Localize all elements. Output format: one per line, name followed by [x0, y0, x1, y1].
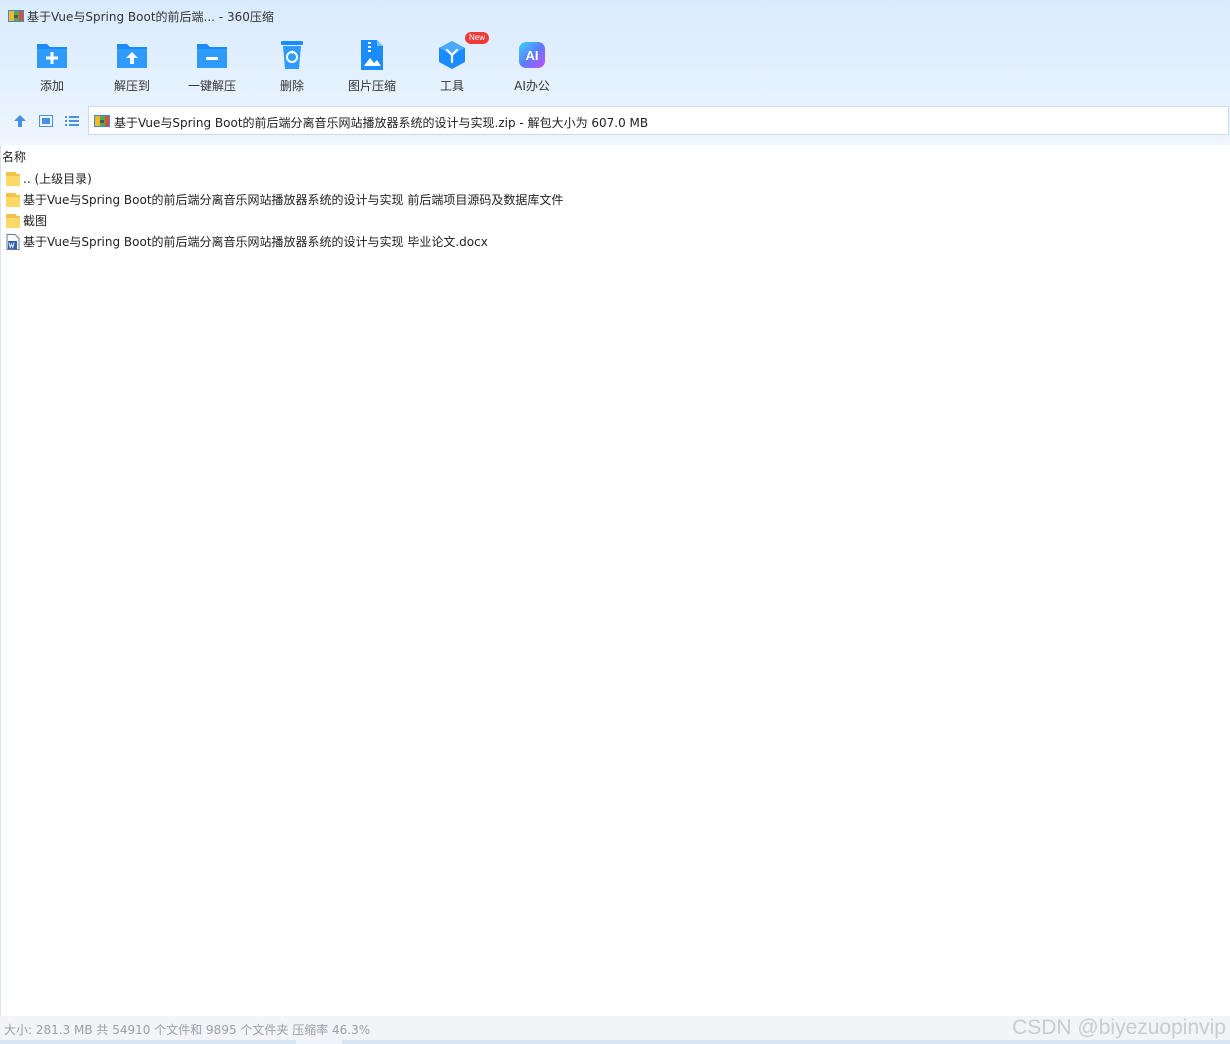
list-item-parent-dir[interactable]: .. (上级目录) — [6, 168, 563, 189]
add-button-label: 添加 — [39, 79, 64, 93]
tools-button-label: 工具 — [439, 79, 464, 93]
tools-cube-icon — [434, 38, 470, 72]
address-path: 基于Vue与Spring Boot的前后端分离音乐网站播放器系统的设计与实现.z… — [114, 116, 649, 130]
file-name: 基于Vue与Spring Boot的前后端分离音乐网站播放器系统的设计与实现 前… — [23, 193, 564, 207]
one-click-extract-icon — [194, 38, 230, 72]
address-bar[interactable]: 基于Vue与Spring Boot的前后端分离音乐网站播放器系统的设计与实现.z… — [88, 106, 1229, 135]
extract-to-button-label: 解压到 — [113, 79, 150, 93]
recycle-bin-icon — [274, 38, 310, 72]
ai-icon-text: AI — [526, 48, 539, 63]
delete-button[interactable]: 删除 — [252, 38, 332, 98]
thumbnail-view-icon — [39, 115, 53, 127]
one-click-extract-button[interactable]: 一键解压 — [172, 38, 252, 98]
image-compress-icon — [354, 38, 390, 72]
zip-archive-icon — [94, 115, 110, 127]
arrow-up-icon — [14, 115, 26, 127]
scrollbar-thumb[interactable] — [296, 1040, 342, 1044]
list-item-thesis-docx[interactable]: 基于Vue与Spring Boot的前后端分离音乐网站播放器系统的设计与实现 毕… — [6, 231, 563, 252]
archive-app-icon — [8, 10, 24, 22]
extract-to-icon — [114, 38, 150, 72]
add-button[interactable]: 添加 — [12, 38, 92, 98]
image-compress-button[interactable]: 图片压缩 — [332, 38, 412, 98]
toolbar-area: 基于Vue与Spring Boot的前后端... - 360压缩 添加 解压到 … — [0, 0, 1230, 145]
csdn-watermark: CSDN @biyezuopinvip — [1012, 1016, 1226, 1039]
list-item-source-folder[interactable]: 基于Vue与Spring Boot的前后端分离音乐网站播放器系统的设计与实现 前… — [6, 189, 563, 210]
one-click-extract-button-label: 一键解压 — [187, 79, 236, 93]
image-compress-button-label: 图片压缩 — [347, 79, 396, 93]
window-bottom-edge — [0, 1040, 1230, 1044]
address-row: 基于Vue与Spring Boot的前后端分离音乐网站播放器系统的设计与实现.z… — [0, 106, 1230, 136]
tools-button[interactable]: New 工具 — [412, 32, 492, 98]
up-level-button[interactable] — [11, 112, 29, 130]
toolbar: 添加 解压到 一键解压 删除 图片压缩 New 工具 AI AI办公 — [12, 32, 572, 98]
file-name: .. (上级目录) — [23, 172, 92, 186]
ai-office-button-label: AI办公 — [514, 79, 550, 93]
name-column-header[interactable]: 名称 — [2, 148, 26, 165]
ai-office-icon: AI — [514, 38, 550, 72]
add-folder-icon — [34, 38, 70, 72]
file-name: 截图 — [23, 214, 48, 228]
window-title: 基于Vue与Spring Boot的前后端... - 360压缩 — [27, 10, 274, 24]
list-view-icon — [65, 116, 79, 126]
word-document-icon — [6, 233, 20, 250]
list-view-button[interactable] — [63, 112, 81, 130]
status-text: 大小: 281.3 MB 共 54910 个文件和 9895 个文件夹 压缩率 … — [4, 1023, 371, 1037]
delete-button-label: 删除 — [279, 79, 304, 93]
status-bar: 大小: 281.3 MB 共 54910 个文件和 9895 个文件夹 压缩率 … — [0, 1016, 1230, 1040]
thumbnail-view-button[interactable] — [37, 112, 55, 130]
ai-office-button[interactable]: AI AI办公 — [492, 38, 572, 98]
extract-to-button[interactable]: 解压到 — [92, 38, 172, 98]
file-rows: .. (上级目录) 基于Vue与Spring Boot的前后端分离音乐网站播放器… — [6, 168, 563, 252]
folder-icon — [6, 213, 20, 229]
title-bar: 基于Vue与Spring Boot的前后端... - 360压缩 — [0, 0, 1230, 32]
app-window: 基于Vue与Spring Boot的前后端... - 360压缩 添加 解压到 … — [0, 0, 1230, 1044]
folder-icon — [6, 171, 20, 187]
new-badge: New — [465, 32, 490, 44]
folder-icon — [6, 192, 20, 208]
file-list: 名称 .. (上级目录) 基于Vue与Spring Boot的前后端分离音乐网站… — [0, 145, 1230, 1016]
list-item-screenshots-folder[interactable]: 截图 — [6, 210, 563, 231]
file-name: 基于Vue与Spring Boot的前后端分离音乐网站播放器系统的设计与实现 毕… — [23, 235, 488, 249]
